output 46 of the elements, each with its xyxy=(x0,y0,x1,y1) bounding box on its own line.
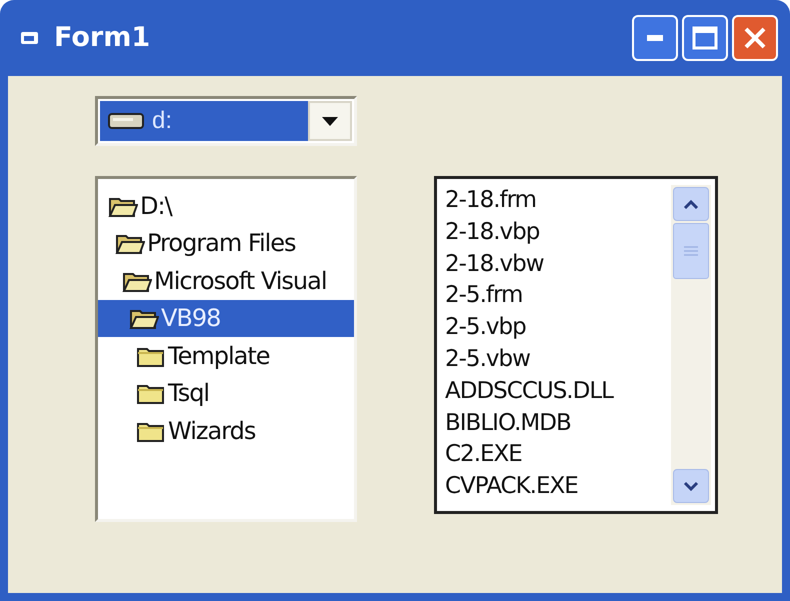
caret-icon xyxy=(322,116,338,126)
close-button[interactable] xyxy=(732,15,778,61)
file-list-box[interactable]: 2-18.frm 2-18.vbp 2-18.vbw 2-5.frm 2-5.vbp 2-5.vbw ADDSCCUS.DLL BIBLIO.MDB C2.EXE CVPACK.EXE xyxy=(434,176,718,514)
drive-combo-box[interactable]: d: xyxy=(95,96,357,146)
file-item[interactable]: CVPACK.EXE xyxy=(445,471,671,503)
directory-name: VB98 xyxy=(161,303,220,334)
file-item[interactable]: 2-18.vbw xyxy=(445,248,671,280)
chevron-up-icon xyxy=(683,199,699,209)
directory-name: Tsql xyxy=(168,378,210,410)
file-item[interactable]: BIBLIO.MDB xyxy=(445,408,671,440)
drive-name: d: xyxy=(152,106,172,136)
file-item[interactable]: 2-5.vbw xyxy=(445,344,671,376)
scrollbar[interactable] xyxy=(671,185,711,505)
directory-item[interactable]: VB98 xyxy=(98,300,354,337)
file-item[interactable]: C2.EXE xyxy=(445,439,671,472)
directory-item[interactable]: Wizards xyxy=(98,412,354,450)
close-icon xyxy=(742,25,768,51)
directory-name: D:\ xyxy=(140,190,172,222)
directory-item[interactable]: Tsql xyxy=(98,374,354,412)
file-item[interactable]: 2-5.frm xyxy=(445,280,671,312)
file-item[interactable]: 2-18.vbp xyxy=(445,216,671,249)
scroll-up-button[interactable] xyxy=(673,187,709,221)
file-item[interactable]: 2-5.vbp xyxy=(445,312,671,344)
directory-item[interactable]: Template xyxy=(98,337,354,374)
maximize-icon xyxy=(692,26,718,50)
drive-icon xyxy=(108,112,144,130)
grip-icon xyxy=(684,245,698,257)
directory-name: Template xyxy=(168,340,270,372)
directory-item[interactable]: D:\ xyxy=(98,187,354,224)
scroll-thumb[interactable] xyxy=(673,223,709,279)
directory-name: Wizards xyxy=(168,416,256,447)
directory-name: Program Files xyxy=(147,228,296,260)
chevron-down-icon xyxy=(683,481,699,491)
file-item[interactable]: ADDSCCUS.DLL xyxy=(445,376,671,408)
form-icon xyxy=(20,29,40,47)
dropdown-button[interactable] xyxy=(308,101,352,141)
directory-list-box[interactable]: D:\ Program Files Microsoft Visual VB98 Template Tsql Wizards xyxy=(95,176,357,522)
scroll-down-button[interactable] xyxy=(673,469,709,503)
minimize-button[interactable] xyxy=(632,15,678,61)
file-item[interactable]: 2-18.frm xyxy=(445,185,671,217)
minimize-icon xyxy=(647,35,663,41)
maximize-button[interactable] xyxy=(682,15,728,61)
directory-item[interactable]: Program Files xyxy=(98,224,354,262)
directory-item[interactable]: Microsoft Visual xyxy=(98,262,354,300)
window-title: Form1 xyxy=(54,20,150,55)
directory-name: Microsoft Visual xyxy=(154,266,326,297)
